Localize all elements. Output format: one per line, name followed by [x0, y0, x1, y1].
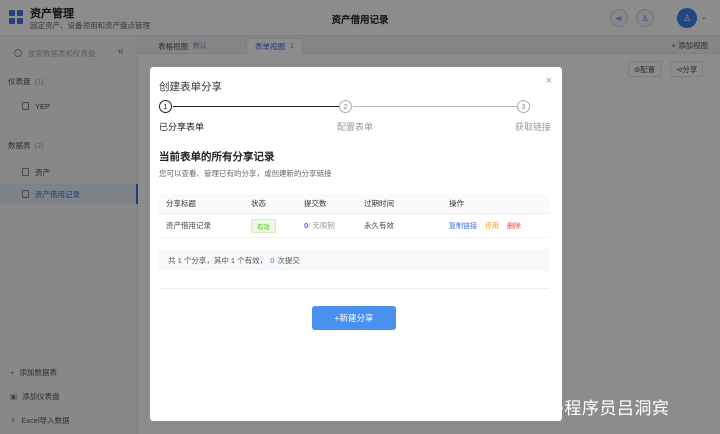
step-3-indicator: 3 — [517, 100, 530, 113]
step-1-indicator: 1 — [159, 100, 172, 113]
summary-suffix: 次提交 — [277, 255, 300, 265]
delete-button[interactable]: 删除 — [507, 221, 521, 231]
share-form-dialog: 创建表单分享 × 1 2 3 已分享表单 配置表单 获取链接 当前表单的所有分享… — [150, 67, 562, 421]
copy-link-button[interactable]: 复制链接 — [449, 221, 477, 231]
close-icon[interactable]: × — [546, 75, 552, 87]
share-title-cell: 资产借用记录 — [166, 221, 211, 230]
dialog-title: 创建表单分享 — [159, 81, 222, 93]
status-badge: 有效 — [251, 218, 276, 233]
section-title: 当前表单的所有分享记录 — [159, 151, 275, 163]
step-2-label: 配置表单 — [337, 122, 374, 132]
submit-limit: / 无限制 — [308, 221, 335, 230]
divider — [159, 288, 549, 289]
share-records-table: 分享标题 状态 提交数 过期时间 操作 资产借用记录 有效 0/ 无限制 永久有… — [159, 194, 549, 238]
column-header: 状态 — [251, 199, 266, 208]
submit-count-cell: 0/ 无限制 — [304, 214, 335, 237]
column-header: 提交数 — [304, 199, 327, 208]
share-summary: 共 1 个分享，其中 1 个有效， 0 次提交 — [159, 249, 549, 271]
step-connector — [353, 106, 517, 107]
actions-cell: 复制链接 停用 删除 — [449, 214, 529, 237]
new-share-button[interactable]: +新建分享 — [312, 306, 396, 330]
column-header: 操作 — [449, 199, 464, 208]
table-header: 分享标题 状态 提交数 过期时间 操作 — [159, 194, 549, 214]
status-cell: 有效 — [251, 214, 276, 237]
summary-prefix: 共 1 个分享，其中 1 个有效， — [168, 255, 268, 265]
disable-button[interactable]: 停用 — [485, 221, 499, 231]
expire-cell: 永久有效 — [364, 221, 394, 230]
summary-count: 0 — [270, 255, 275, 265]
watermark: 知乎 @程序员吕洞宾 — [506, 399, 670, 419]
column-header: 过期时间 — [364, 199, 394, 208]
stepper: 1 2 3 已分享表单 配置表单 获取链接 — [159, 100, 553, 136]
section-description: 您可以查看、管理已有的分享，或创建新的分享链接 — [159, 169, 332, 178]
column-header: 分享标题 — [166, 199, 196, 208]
step-1-label: 已分享表单 — [159, 122, 205, 132]
step-connector — [173, 106, 339, 107]
step-3-label: 获取链接 — [515, 122, 552, 132]
step-2-indicator: 2 — [339, 100, 352, 113]
table-row: 资产借用记录 有效 0/ 无限制 永久有效 复制链接 停用 删除 — [159, 214, 549, 238]
